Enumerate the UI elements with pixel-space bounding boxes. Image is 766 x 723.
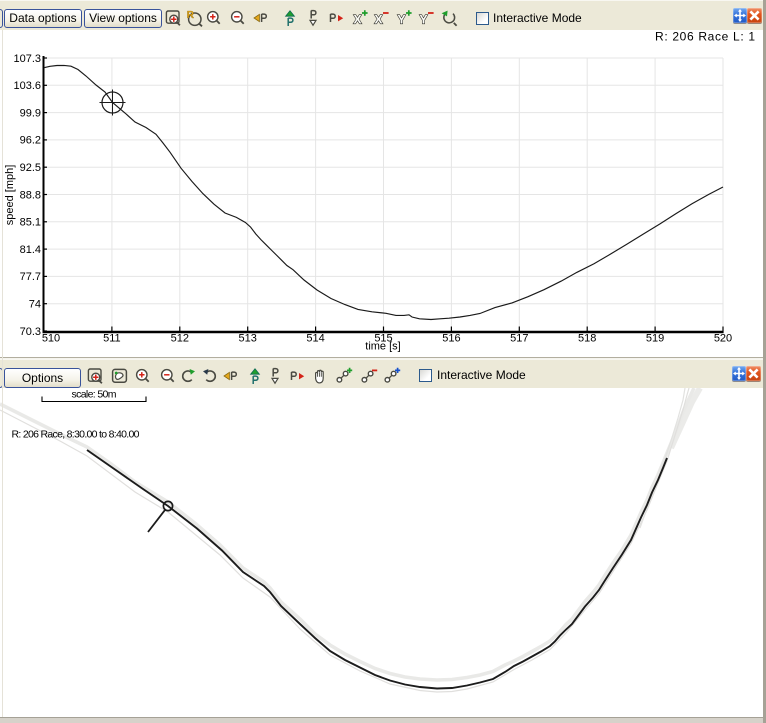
svg-text:scale: 50m: scale: 50m xyxy=(72,389,117,401)
svg-text:R: 206 Race, 8:30.00 to 8:40.: R: 206 Race, 8:30.00 to 8:40.00 xyxy=(12,429,140,441)
svg-text:517: 517 xyxy=(510,333,528,345)
svg-text:81.4: 81.4 xyxy=(20,244,41,256)
svg-text:85.1: 85.1 xyxy=(20,217,41,229)
svg-text:X: X xyxy=(353,12,361,26)
svg-text:Y: Y xyxy=(397,12,405,26)
svg-text:77.7: 77.7 xyxy=(20,271,41,283)
svg-text:520: 520 xyxy=(714,333,732,345)
svg-text:513: 513 xyxy=(239,333,257,345)
svg-text:519: 519 xyxy=(646,333,664,345)
svg-text:514: 514 xyxy=(306,333,324,345)
svg-text:518: 518 xyxy=(578,333,596,345)
svg-text:88.8: 88.8 xyxy=(20,189,41,201)
svg-text:510: 510 xyxy=(42,333,60,345)
svg-text:103.6: 103.6 xyxy=(13,80,41,92)
svg-text:70.3: 70.3 xyxy=(20,326,41,338)
svg-text:R: 206 Race L: 1: R: 206 Race L: 1 xyxy=(655,30,755,44)
svg-text:96.2: 96.2 xyxy=(20,135,41,147)
svg-text:Y: Y xyxy=(420,12,428,26)
svg-text:92.5: 92.5 xyxy=(20,162,41,174)
svg-text:time [s]: time [s] xyxy=(365,341,400,353)
svg-text:516: 516 xyxy=(442,333,460,345)
svg-text:X: X xyxy=(375,12,383,26)
svg-text:511: 511 xyxy=(103,333,121,345)
svg-text:speed [mph]: speed [mph] xyxy=(4,165,16,226)
svg-text:107.3: 107.3 xyxy=(13,53,41,65)
svg-text:99.9: 99.9 xyxy=(20,107,41,119)
svg-text:74: 74 xyxy=(29,299,41,311)
svg-text:R: R xyxy=(187,10,195,21)
svg-text:512: 512 xyxy=(171,333,189,345)
